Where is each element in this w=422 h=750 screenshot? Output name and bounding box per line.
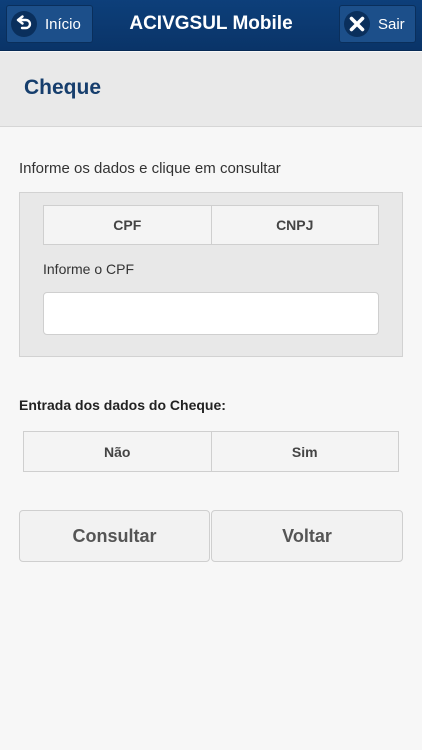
back-button[interactable]: Voltar [211,510,403,562]
page-header: Cheque [0,52,422,127]
page-title: Cheque [24,76,102,99]
instructions-text: Informe os dados e clique em consultar [19,160,281,177]
document-panel: CPF CNPJ Informe o CPF [19,192,403,357]
consult-button[interactable]: Consultar [19,510,210,562]
cpf-input[interactable] [43,292,379,335]
document-type-cnpj[interactable]: CNPJ [210,206,379,244]
exit-button[interactable]: Sair [339,5,416,43]
exit-button-label: Sair [378,15,405,33]
close-icon [344,11,370,37]
cpf-label: Informe o CPF [43,261,135,277]
cheque-entry-yes[interactable]: Sim [210,432,399,471]
app-header: Início ACIVGSUL Mobile Sair [0,0,422,51]
cheque-entry-no[interactable]: Não [24,432,211,471]
cheque-entry-label: Entrada dos dados do Cheque: [19,397,226,413]
document-type-selector: CPF CNPJ [43,205,379,245]
cheque-entry-selector: Não Sim [23,431,399,472]
document-type-cpf[interactable]: CPF [44,206,211,244]
